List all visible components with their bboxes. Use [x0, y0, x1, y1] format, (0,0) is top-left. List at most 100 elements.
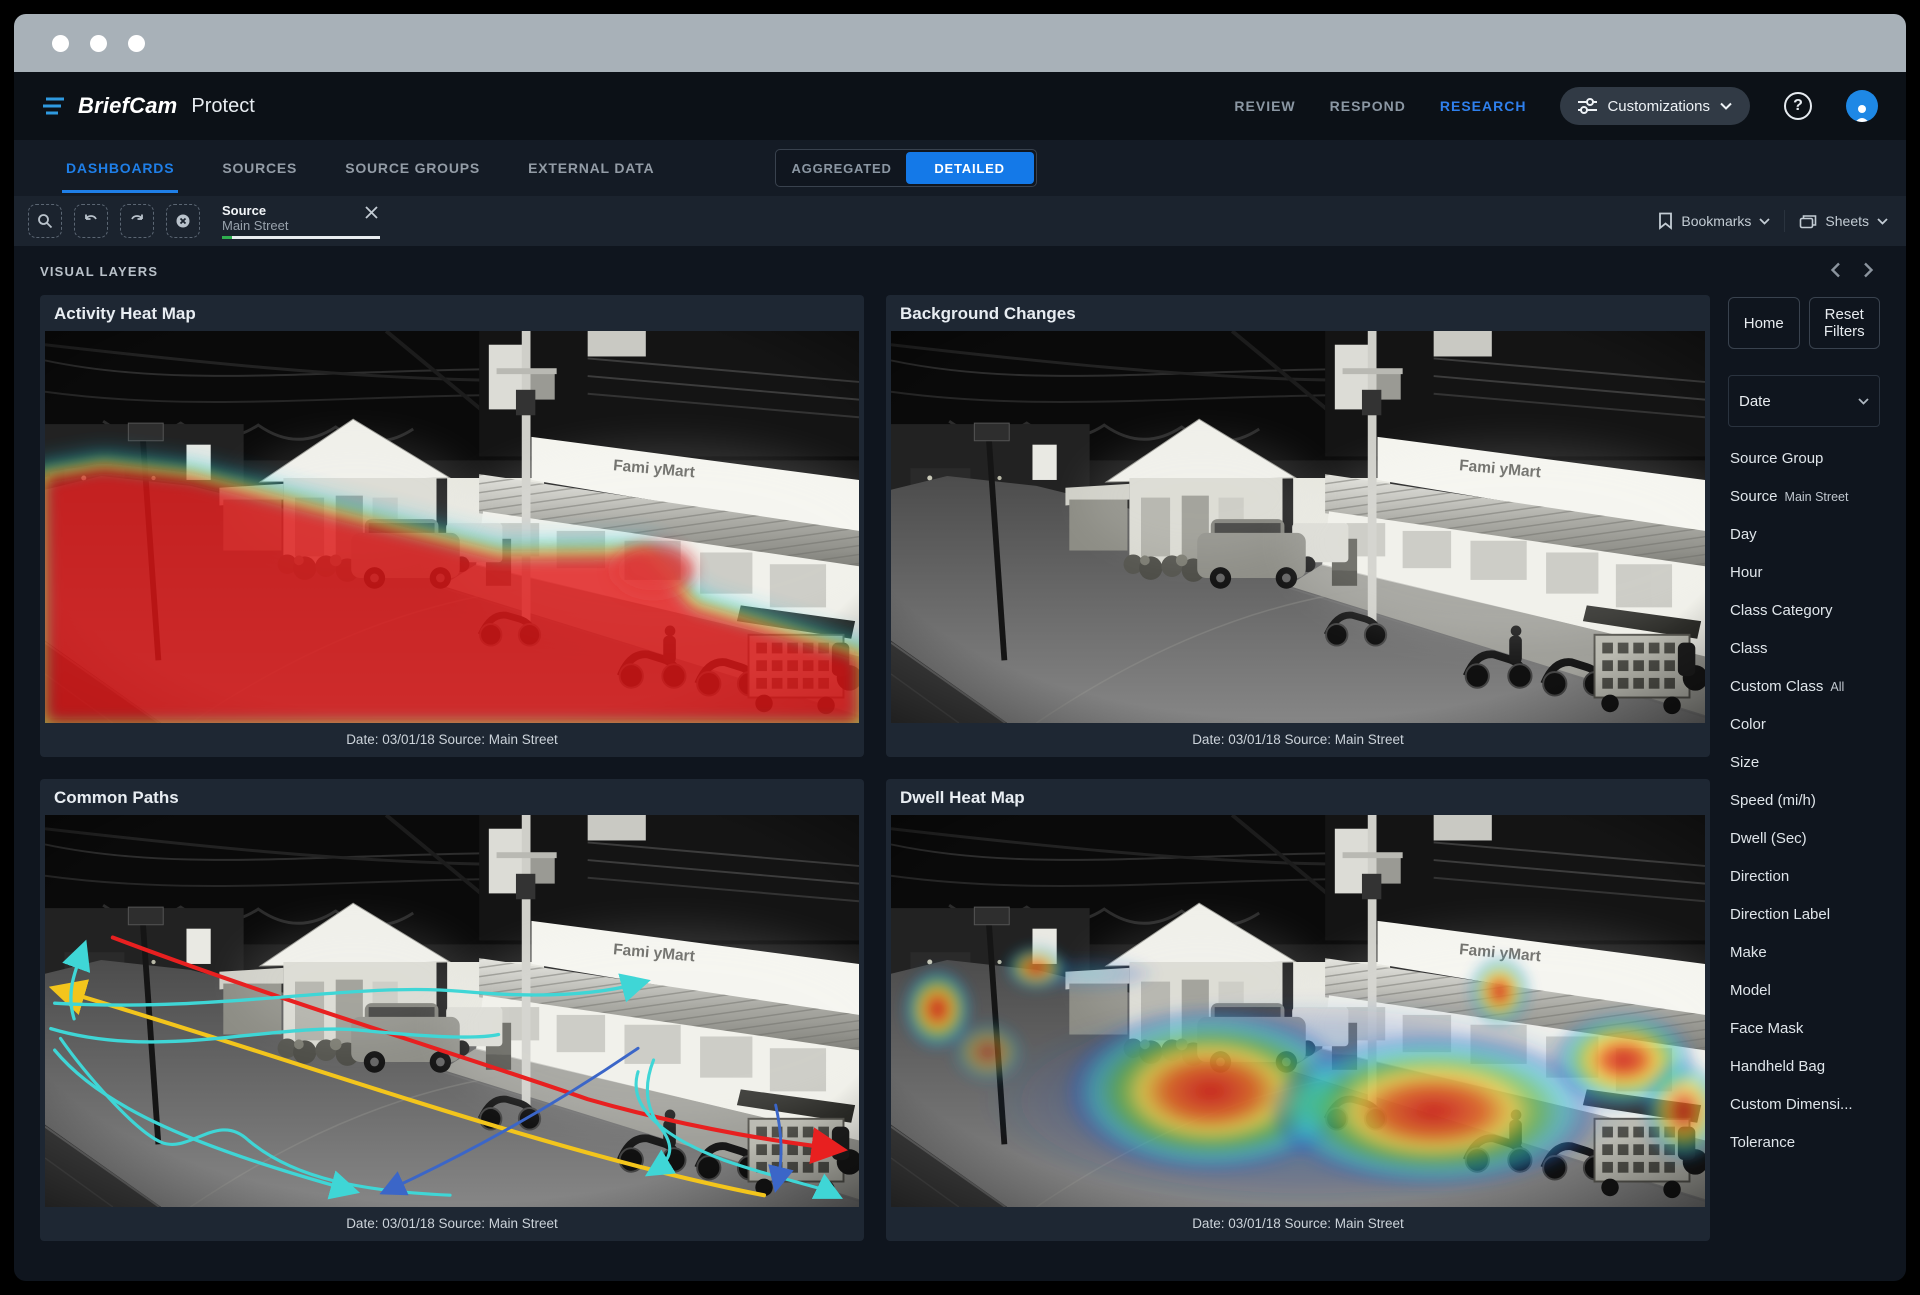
chevron-down-icon [1759, 218, 1770, 225]
sliders-icon [1578, 98, 1597, 114]
filter-value: All [1830, 680, 1844, 694]
chip-close-icon[interactable] [363, 204, 380, 226]
panel-title: Background Changes [886, 295, 1710, 331]
activity-heat-map-image[interactable] [40, 331, 864, 723]
next-page-button[interactable] [1861, 260, 1876, 283]
filter-bar: Source Main Street Bookmarks Sheets [14, 196, 1906, 246]
sidebar-filter-item[interactable]: Speed (mi/h) [1728, 781, 1880, 819]
person-icon [1852, 102, 1872, 122]
bookmark-icon [1658, 212, 1673, 230]
top-navbar: BriefCam Protect REVIEW RESPOND RESEARCH… [14, 72, 1906, 140]
dashboard-content: VISUAL LAYERS Activity Heat Map [14, 246, 1906, 1241]
clear-circle-icon [175, 213, 191, 229]
sidebar-filter-item[interactable]: Face Mask [1728, 1009, 1880, 1047]
toggle-aggregated[interactable]: AGGREGATED [778, 152, 906, 184]
mode-respond[interactable]: RESPOND [1330, 98, 1406, 114]
sidebar-filter-item[interactable]: Color [1728, 705, 1880, 743]
mode-research[interactable]: RESEARCH [1440, 98, 1527, 114]
sidebar-filter-item[interactable]: Custom Dimensi... [1728, 1085, 1880, 1123]
redo-icon [129, 213, 145, 229]
mode-review[interactable]: REVIEW [1234, 98, 1295, 114]
sidebar-filter-item[interactable]: Source Group [1728, 439, 1880, 477]
filter-label: Model [1730, 982, 1771, 999]
filter-redo-button[interactable] [120, 204, 154, 238]
filter-search-button[interactable] [28, 204, 62, 238]
panel-title: Common Paths [40, 779, 864, 815]
filter-label: Make [1730, 944, 1767, 961]
window-dot-icon[interactable] [90, 35, 107, 52]
filter-label: Class Category [1730, 602, 1833, 619]
brand: BriefCam Protect [42, 93, 255, 119]
sidebar-filter-item[interactable]: Make [1728, 933, 1880, 971]
visual-layers-grid: Activity Heat Map [40, 295, 1710, 1241]
source-filter-chip[interactable]: Source Main Street [222, 204, 380, 239]
background-changes-image[interactable] [886, 331, 1710, 723]
filter-clear-button[interactable] [166, 204, 200, 238]
home-button[interactable]: Home [1728, 297, 1800, 349]
sidebar-filter-item[interactable]: Hour [1728, 553, 1880, 591]
window-dot-icon[interactable] [128, 35, 145, 52]
sidebar-filter-item[interactable]: Custom Class All [1728, 667, 1880, 705]
help-icon[interactable]: ? [1784, 92, 1812, 120]
filter-label: Tolerance [1730, 1134, 1795, 1151]
filter-list: Source Group Source Main Street Day Hour… [1728, 439, 1880, 1161]
reset-filters-button[interactable]: Reset Filters [1809, 297, 1881, 349]
toggle-detailed[interactable]: DETAILED [906, 152, 1034, 184]
product-name: Protect [191, 95, 254, 118]
sheets-menu[interactable]: Sheets [1799, 213, 1888, 229]
tab-external-data[interactable]: EXTERNAL DATA [524, 143, 658, 193]
prev-page-button[interactable] [1828, 260, 1843, 283]
sidebar-filter-item[interactable]: Class [1728, 629, 1880, 667]
mode-nav: REVIEW RESPOND RESEARCH Customizations ? [1234, 87, 1878, 125]
panel-caption: Date: 03/01/18 Source: Main Street [886, 723, 1710, 757]
sidebar-filter-item[interactable]: Direction Label [1728, 895, 1880, 933]
chevron-down-icon [1720, 102, 1732, 110]
window-dot-icon[interactable] [52, 35, 69, 52]
sidebar-filter-item[interactable]: Tolerance [1728, 1123, 1880, 1161]
view-toggle: AGGREGATED DETAILED [775, 149, 1037, 187]
customizations-button[interactable]: Customizations [1560, 87, 1750, 125]
filter-label: Hour [1730, 564, 1763, 581]
filter-undo-button[interactable] [74, 204, 108, 238]
filter-label: Face Mask [1730, 1020, 1803, 1037]
panel-title: Dwell Heat Map [886, 779, 1710, 815]
panel-title: Activity Heat Map [40, 295, 864, 331]
brand-name: BriefCam [78, 93, 177, 119]
filter-label: Size [1730, 754, 1759, 771]
filter-label: Class [1730, 640, 1768, 657]
tab-sources[interactable]: SOURCES [218, 143, 301, 193]
sidebar-filter-item[interactable]: Class Category [1728, 591, 1880, 629]
sidebar-filter-item[interactable]: Model [1728, 971, 1880, 1009]
divider [1784, 210, 1785, 232]
filter-label: Custom Class [1730, 678, 1823, 695]
date-filter-dropdown[interactable]: Date [1728, 375, 1880, 427]
app-window: BriefCam Protect REVIEW RESPOND RESEARCH… [14, 14, 1906, 1281]
chevron-left-icon [1830, 262, 1841, 278]
sidebar-filter-item[interactable]: Size [1728, 743, 1880, 781]
chevron-down-icon [1877, 218, 1888, 225]
filter-label: Source Group [1730, 450, 1823, 467]
sidebar-filter-item[interactable]: Dwell (Sec) [1728, 819, 1880, 857]
sidebar-filter-item[interactable]: Source Main Street [1728, 477, 1880, 515]
filter-label: Source [1730, 488, 1778, 505]
tab-dashboards[interactable]: DASHBOARDS [62, 143, 178, 193]
dwell-heat-map-image[interactable] [886, 815, 1710, 1207]
search-icon [37, 213, 53, 229]
filter-label: Direction [1730, 868, 1789, 885]
panel-caption: Date: 03/01/18 Source: Main Street [886, 1207, 1710, 1241]
common-paths-image[interactable] [40, 815, 864, 1207]
sidebar-filter-item[interactable]: Handheld Bag [1728, 1047, 1880, 1085]
bookmarks-label: Bookmarks [1681, 213, 1751, 229]
panel-background-changes: Background Changes Date: 03/01/18 Source… [886, 295, 1710, 757]
tab-source-groups[interactable]: SOURCE GROUPS [341, 143, 484, 193]
filter-label: Color [1730, 716, 1766, 733]
sidebar-filter-item[interactable]: Direction [1728, 857, 1880, 895]
user-avatar[interactable] [1846, 90, 1878, 122]
sidebar-filter-item[interactable]: Day [1728, 515, 1880, 553]
window-titlebar [14, 14, 1906, 72]
customizations-label: Customizations [1607, 98, 1710, 115]
filter-value: Main Street [1785, 490, 1849, 504]
sheets-label: Sheets [1825, 213, 1869, 229]
bookmarks-menu[interactable]: Bookmarks [1658, 212, 1770, 230]
tabs-bar: DASHBOARDS SOURCES SOURCE GROUPS EXTERNA… [14, 140, 1906, 196]
